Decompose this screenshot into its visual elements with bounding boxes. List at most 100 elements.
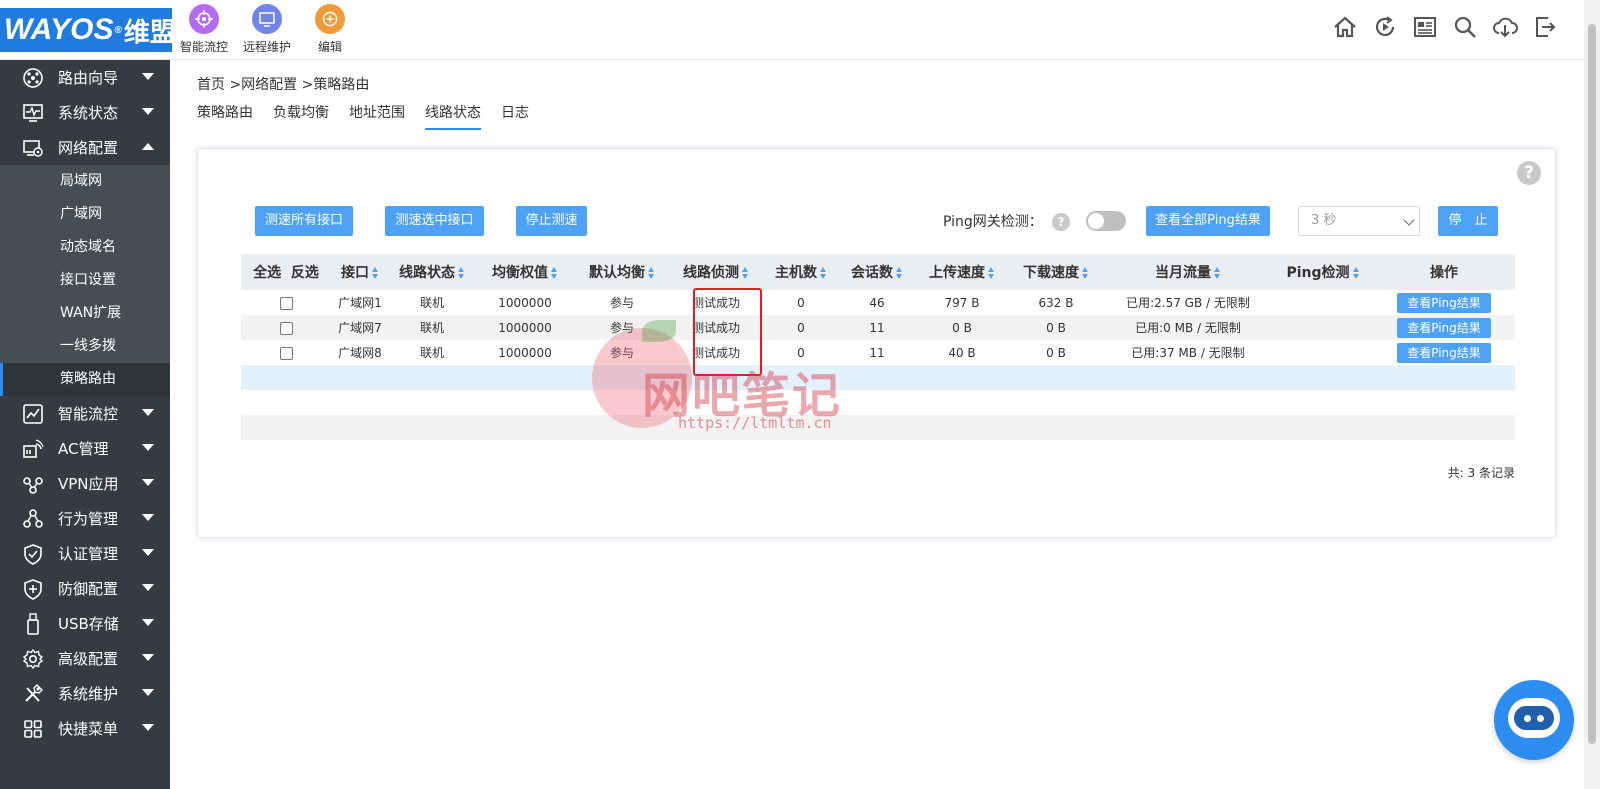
quick-edit[interactable]: 编辑 [298,4,362,55]
table-empty-row [241,415,1515,440]
refresh-play-icon[interactable] [1372,12,1398,42]
quick-remote-maintenance[interactable]: 远程维护 [235,4,299,55]
sidebar-item-system-maintenance[interactable]: 系统维护 [0,676,170,711]
row-checkbox[interactable] [279,346,293,360]
cell-ping [1273,315,1373,340]
sidebar-subitem-wan[interactable]: 广域网 [0,198,170,231]
sidebar-item-router-wizard[interactable]: 路由向导 [0,60,170,95]
select-all-link[interactable]: 全选 [253,265,281,281]
stop-button[interactable]: 停 止 [1438,206,1498,236]
sidebar-subitem-ddns[interactable]: 动态域名 [0,231,170,264]
interval-select[interactable]: 3 秒 [1298,206,1420,236]
col-label: 线路侦测 [683,265,739,281]
row-checkbox[interactable] [279,296,293,310]
scrollbar-thumb[interactable] [1588,24,1596,744]
tab-load-balancing[interactable]: 负载均衡 [273,102,329,130]
sidebar-subitem-interface-settings[interactable]: 接口设置 [0,264,170,297]
cell-hosts: 0 [763,315,839,340]
tab-line-status[interactable]: 线路状态 [425,102,481,130]
page-scrollbar[interactable] [1584,0,1600,789]
cell-hosts: 0 [797,295,805,310]
cell-balance: 参与 [575,315,669,340]
col-interface[interactable]: 接口 [331,254,389,290]
chevron-down-icon [1403,214,1415,226]
home-icon[interactable] [1332,12,1358,42]
col-monthly-traffic[interactable]: 当月流量 [1103,254,1273,290]
col-line-status[interactable]: 线路状态 [389,254,475,290]
view-ping-result-button[interactable]: 查看Ping结果 [1397,342,1491,363]
cell-interface: 广域网7 [331,315,389,340]
empty-cell [241,365,1515,390]
network-config-icon [22,137,44,159]
cell-action: 查看Ping结果 [1373,315,1515,340]
cell-action: 查看Ping结果 [1373,340,1515,365]
col-label: 当月流量 [1155,265,1211,281]
cloud-download-icon[interactable] [1492,12,1518,42]
quick-label: 编辑 [317,40,342,54]
sidebar-item-defense-config[interactable]: 防御配置 [0,571,170,606]
col-weight[interactable]: 均衡权值 [475,254,575,290]
col-ping[interactable]: Ping检测 [1273,254,1373,290]
cell-action: 查看Ping结果 [1373,290,1515,315]
sidebar-item-advanced-config[interactable]: 高级配置 [0,641,170,676]
col-hosts[interactable]: 主机数 [763,254,839,290]
cell-weight: 1000000 [475,315,575,340]
sidebar-subitem-lan[interactable]: 局域网 [0,165,170,198]
sidebar-item-auth-management[interactable]: 认证管理 [0,536,170,571]
sidebar-item-behavior-management[interactable]: 行为管理 [0,501,170,536]
stop-speed-test-button[interactable]: 停止测速 [516,206,587,236]
sidebar-subitem-wan-extension[interactable]: WAN扩展 [0,297,170,330]
sidebar-subitem-multi-dial[interactable]: 一线多拨 [0,330,170,363]
view-ping-result-button[interactable]: 查看Ping结果 [1397,292,1491,313]
search-icon[interactable] [1452,12,1478,42]
breadcrumb: 首页 >网络配置 >策略路由 [197,77,370,93]
sidebar-subitem-policy-routing[interactable]: 策略路由 [0,363,170,396]
tab-address-range[interactable]: 地址范围 [349,102,405,130]
question-icon[interactable]: ? [1052,213,1070,231]
logout-icon[interactable] [1532,12,1558,42]
quick-smart-flow-control[interactable]: 智能流控 [172,4,236,55]
table-empty-row [241,365,1515,390]
col-upload[interactable]: 上传速度 [915,254,1009,290]
view-ping-result-button[interactable]: 查看Ping结果 [1397,317,1491,338]
view-all-ping-button[interactable]: 查看全部Ping结果 [1146,206,1270,236]
invert-selection-link[interactable]: 反选 [291,265,319,281]
sidebar-item-system-status[interactable]: 系统状态 [0,95,170,130]
news-icon[interactable] [1412,12,1438,42]
sort-icon [820,267,827,279]
chevron-down-icon [142,479,154,486]
sidebar-item-network-config[interactable]: 网络配置 [0,130,170,165]
col-line-detect[interactable]: 线路侦测 [669,254,763,290]
sidebar-item-smart-flow[interactable]: 智能流控 [0,396,170,431]
col-label: 下载速度 [1023,265,1079,281]
ping-gateway-toggle[interactable] [1086,211,1126,231]
chevron-down-icon [142,689,154,696]
monitor-icon [252,4,282,34]
col-sessions[interactable]: 会话数 [839,254,915,290]
sidebar-item-vpn[interactable]: VPN应用 [0,466,170,501]
chat-robot-button[interactable] [1494,680,1574,760]
grid-icon [22,718,44,740]
col-default-balance[interactable]: 默认均衡 [575,254,669,290]
toggle-knob [1088,213,1104,229]
speed-test-selected-button[interactable]: 测速选中接口 [385,206,484,236]
wayos-logo[interactable]: WAYOS ® 维盟 [0,8,172,52]
sidebar-item-quick-menu[interactable]: 快捷菜单 [0,711,170,746]
tab-log[interactable]: 日志 [501,102,529,130]
row-checkbox[interactable] [279,321,293,335]
row-checkbox-cell [241,290,331,315]
sidebar-item-label: 网络配置 [58,139,119,157]
sidebar-item-usb-storage[interactable]: USB存储 [0,606,170,641]
shield-check-icon [22,543,44,565]
cell-download: 0 B [1046,345,1066,360]
speed-test-all-button[interactable]: 测速所有接口 [255,206,353,236]
sidebar-item-label: 防御配置 [58,580,119,598]
sidebar-item-ac-management[interactable]: AC管理 [0,431,170,466]
tab-policy-routing[interactable]: 策略路由 [197,102,253,130]
col-download[interactable]: 下载速度 [1009,254,1103,290]
total-records: 共: 3 条记录 [1447,466,1515,480]
sort-icon [648,267,655,279]
chevron-down-icon [142,584,154,591]
help-icon[interactable]: ? [1517,161,1541,185]
chevron-down-icon [142,409,154,416]
